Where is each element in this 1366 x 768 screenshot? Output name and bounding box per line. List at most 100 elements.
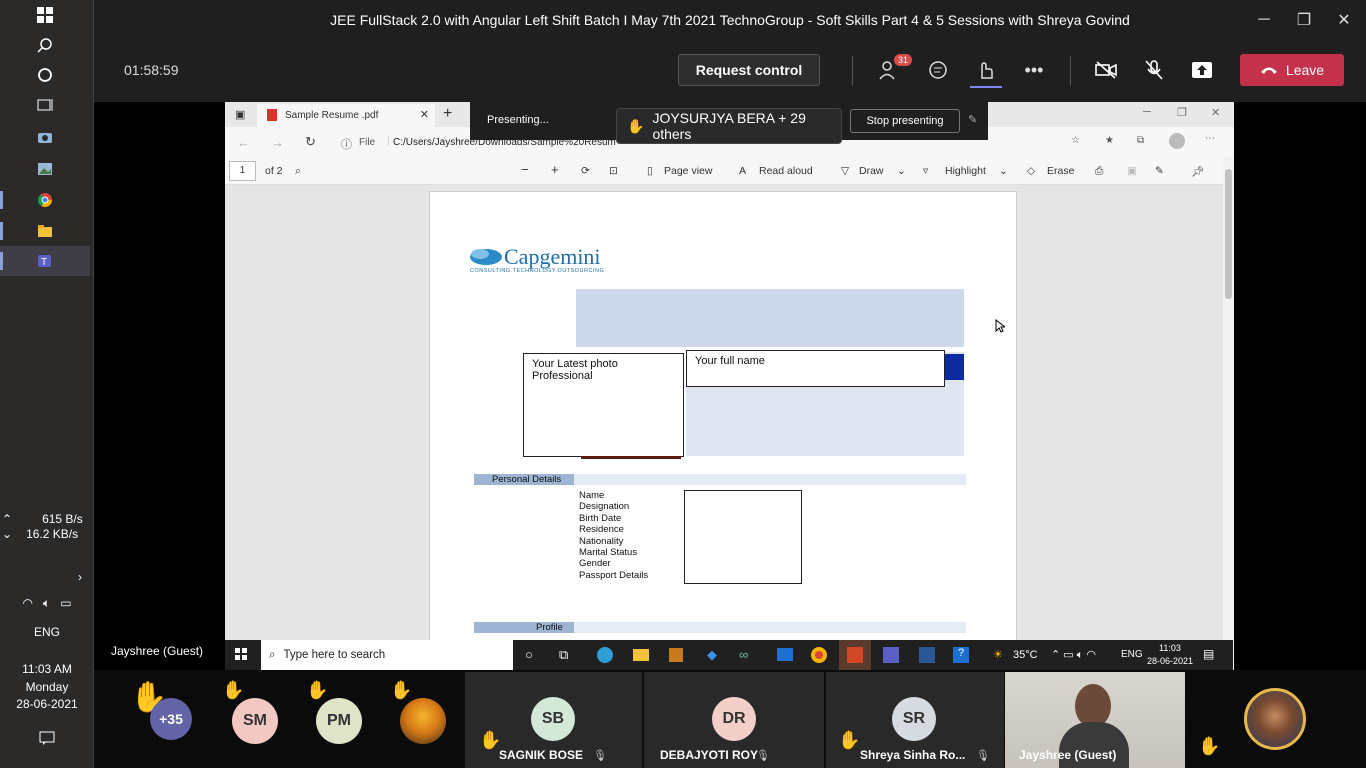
participant-tile[interactable]: SB ✋ SAGNIK BOSE 🎙︎: [465, 672, 642, 768]
clock-date: 28-06-2021: [16, 697, 78, 711]
avatar-sm[interactable]: SM: [232, 698, 278, 744]
raise-hand-icon[interactable]: [970, 58, 1002, 88]
info-icon: ⓘ: [341, 139, 352, 151]
erase-icon[interactable]: ◇: [1027, 165, 1035, 177]
forward-icon[interactable]: →: [271, 135, 284, 150]
participant-tile[interactable]: SR ✋ Shreya Sinha Ro... 🎙︎: [826, 672, 1004, 768]
wifi-icon[interactable]: ◠: [22, 596, 32, 610]
teams-icon[interactable]: T: [0, 246, 90, 276]
favorites-icon[interactable]: ★: [1105, 135, 1114, 146]
search-icon[interactable]: [0, 30, 90, 60]
draw-icon[interactable]: ▽: [841, 165, 849, 177]
edge-minimize-icon[interactable]: ─: [1143, 106, 1151, 118]
chrome-icon[interactable]: [0, 185, 90, 215]
close-icon[interactable]: ✕: [1324, 0, 1364, 40]
favorite-star-icon[interactable]: ☆: [1071, 135, 1080, 146]
pdf-viewer[interactable]: Capgemini CONSULTING.TECHNOLOGY.OUTSOURC…: [225, 185, 1223, 670]
window-title: JEE FullStack 2.0 with Angular Left Shif…: [330, 12, 1130, 28]
edge-close-icon[interactable]: ✕: [1211, 106, 1220, 119]
zoom-in-icon[interactable]: +: [551, 162, 559, 177]
participants-icon[interactable]: 31: [876, 54, 912, 82]
notifications-icon[interactable]: [0, 730, 94, 749]
photos-app-icon[interactable]: [0, 154, 90, 184]
name-placeholder: Your full name: [686, 350, 945, 387]
cortana-icon[interactable]: [0, 60, 90, 90]
divider: [852, 56, 853, 86]
pin-toolbar-icon[interactable]: 📌︎: [1191, 165, 1204, 178]
task-view-icon[interactable]: [0, 90, 90, 120]
tile-name: Shreya Sinha Ro...: [860, 748, 966, 762]
save-icon[interactable]: ▣: [1127, 165, 1137, 177]
tile-name: DEBAJYOTI ROY: [660, 748, 759, 762]
url-separator: |: [387, 136, 390, 147]
more-actions-icon[interactable]: •••: [1020, 58, 1048, 82]
chat-icon[interactable]: [924, 58, 952, 82]
page-number-input[interactable]: 1: [229, 161, 256, 181]
camera-app-icon[interactable]: [0, 122, 90, 152]
scroll-thumb[interactable]: [1225, 169, 1232, 299]
pdf-icon: [267, 109, 277, 121]
network-speed: ⌃ 615 B/s: [2, 512, 83, 526]
zoom-out-icon[interactable]: −: [521, 162, 529, 177]
pin-bar-icon[interactable]: ✎: [968, 113, 977, 126]
refresh-icon[interactable]: ↻: [305, 134, 316, 150]
back-icon[interactable]: ←: [237, 135, 250, 150]
volume-icon[interactable]: 🔈︎: [43, 596, 50, 610]
edge-restore-icon[interactable]: ❐: [1177, 106, 1187, 119]
mic-off-icon[interactable]: [1140, 58, 1168, 82]
personal-details-heading: Personal Details: [492, 474, 562, 485]
leave-button[interactable]: Leave: [1240, 54, 1344, 86]
avatar-photo[interactable]: [400, 698, 446, 744]
request-control-button[interactable]: Request control: [678, 54, 820, 86]
restore-icon[interactable]: ❐: [1284, 0, 1324, 40]
shared-mail-icon: [777, 648, 793, 661]
profile-avatar[interactable]: [1169, 133, 1185, 149]
tab-title: Sample Resume .pdf: [285, 110, 379, 121]
page-view-icon[interactable]: ▯: [647, 165, 653, 177]
avatar-pm[interactable]: PM: [316, 698, 362, 744]
new-tab-icon[interactable]: +: [443, 105, 452, 123]
pdf-scrollbar[interactable]: [1223, 157, 1234, 670]
share-tray-icon[interactable]: [1188, 58, 1216, 82]
fit-page-icon[interactable]: ⊡: [609, 165, 618, 177]
tab-close-icon[interactable]: ✕: [420, 108, 429, 121]
collections-icon[interactable]: ⧉: [1137, 135, 1144, 146]
leave-label: Leave: [1285, 62, 1325, 78]
show-hidden-icons[interactable]: ›: [0, 570, 94, 584]
presenter-label: Jayshree (Guest): [111, 644, 204, 658]
highlight-label[interactable]: Highlight: [945, 165, 986, 177]
edge-browser-window: ▣ Sample Resume .pdf ✕ + ─ ❐ ✕ ← → ↻ ⓘ F…: [225, 102, 1234, 670]
my-avatar[interactable]: [1244, 688, 1306, 750]
minimize-icon[interactable]: ─: [1244, 0, 1284, 40]
clock-time[interactable]: 11:03 AM: [0, 662, 94, 676]
camera-off-icon[interactable]: [1092, 58, 1120, 82]
system-tray-icons[interactable]: ◠ 🔈︎ ▭: [0, 596, 94, 611]
tab-actions-icon[interactable]: ▣: [235, 108, 245, 121]
raised-hands-toast[interactable]: ✋ JOYSURJYA BERA + 29 others: [616, 108, 842, 144]
print-icon[interactable]: ⎙: [1095, 165, 1103, 178]
save-as-icon[interactable]: ✎: [1155, 165, 1164, 177]
shared-infinity-icon: ∞: [739, 647, 749, 662]
erase-label[interactable]: Erase: [1047, 165, 1074, 177]
read-aloud-label[interactable]: Read aloud: [759, 165, 813, 177]
overflow-avatar[interactable]: +35: [150, 698, 192, 740]
file-explorer-icon[interactable]: [0, 216, 90, 246]
find-icon[interactable]: ⌕: [295, 165, 301, 178]
browser-tab[interactable]: Sample Resume .pdf ✕: [257, 104, 435, 127]
draw-dropdown-icon[interactable]: ⌄: [897, 165, 906, 177]
page-view-label[interactable]: Page view: [664, 165, 712, 177]
video-tile[interactable]: Jayshree (Guest): [1005, 672, 1185, 768]
highlight-dropdown-icon[interactable]: ⌄: [999, 165, 1008, 177]
windows-start-icon[interactable]: [0, 0, 90, 30]
battery-icon[interactable]: ▭: [60, 596, 71, 610]
read-aloud-icon[interactable]: A: [739, 165, 746, 177]
settings-menu-icon[interactable]: ⋯: [1205, 133, 1215, 144]
shared-lang: ENG: [1121, 649, 1143, 660]
raised-hands-text: JOYSURJYA BERA + 29 others: [652, 110, 806, 142]
draw-label[interactable]: Draw: [859, 165, 884, 177]
participant-tile[interactable]: DR DEBAJYOTI ROY 🎙︎: [644, 672, 824, 768]
stop-presenting-button[interactable]: Stop presenting: [850, 109, 960, 133]
highlight-icon[interactable]: ▿: [923, 165, 928, 177]
language-indicator[interactable]: ENG: [0, 625, 94, 639]
rotate-icon[interactable]: ⟳: [581, 165, 590, 177]
